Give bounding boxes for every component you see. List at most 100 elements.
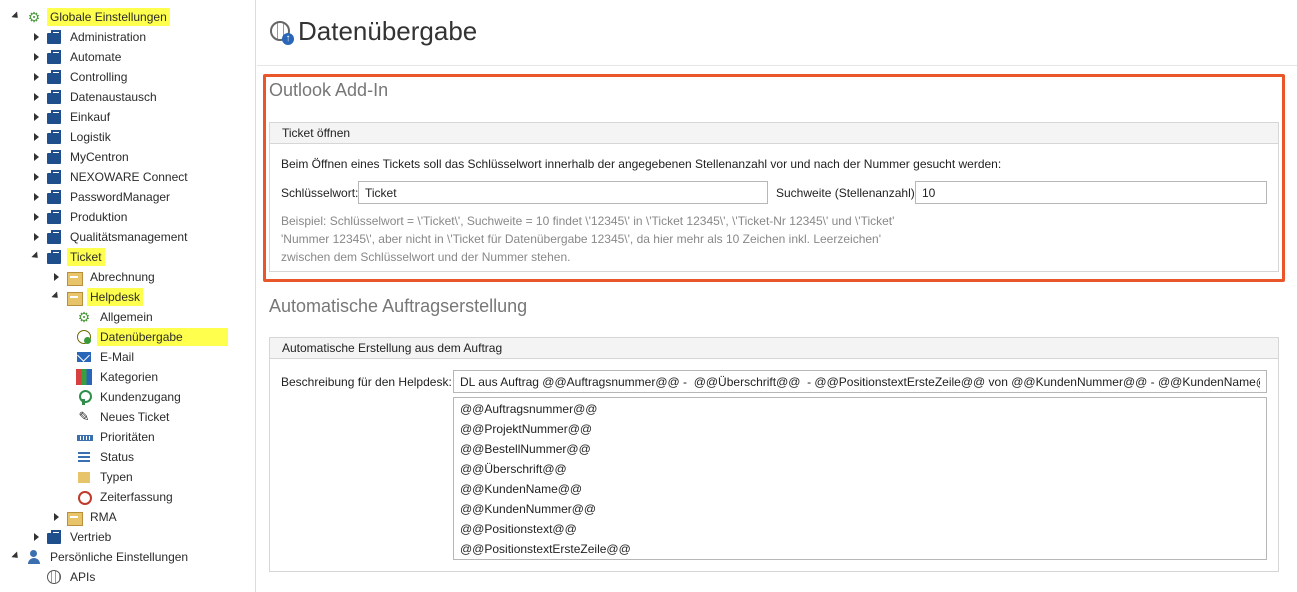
gears-icon: ⚙ [27,9,41,25]
tree-node-label: Abrechnung [90,270,155,284]
tree-node-global-settings[interactable]: ⚙ Globale Einstellungen [10,7,170,27]
expand-arrow-icon[interactable] [30,207,42,227]
expand-arrow-icon[interactable] [50,507,62,527]
list-item[interactable]: @@Auftragsnummer@@ [460,402,597,416]
tree-node-label: Produktion [70,210,128,224]
example-line: Beispiel: Schlüsselwort = \'Ticket\', Su… [281,214,895,228]
tree-node-personal-settings[interactable]: Persönliche Einstellungen [10,547,191,567]
list-item[interactable]: @@BestellNummer@@ [460,442,591,456]
example-line: zwischen dem Schlüsselwort und der Numme… [281,250,571,264]
keyword-input[interactable] [358,181,768,204]
tree-node-typen[interactable]: Typen [72,467,136,487]
briefcase-icon [46,129,62,145]
expand-arrow-icon[interactable] [30,147,42,167]
expand-arrow-icon[interactable] [50,267,62,287]
list-item[interactable]: @@ProjektNummer@@ [460,422,592,436]
description-text: Beim Öffnen eines Tickets soll das Schlü… [281,157,1002,171]
list-item[interactable]: @@KundenNummer@@ [460,502,596,516]
tree-node-ticket[interactable]: Ticket [30,247,105,267]
tree-node-nexoware-connect[interactable]: NEXOWARE Connect [30,167,191,187]
briefcase-icon [46,249,62,265]
tree-node-qualitaetsmanagement[interactable]: Qualitätsmanagement [30,227,190,247]
expand-arrow-icon[interactable] [50,287,62,307]
placeholder-list[interactable]: @@Auftragsnummer@@ @@ProjektNummer@@ @@B… [453,397,1267,560]
tree-node-apis[interactable]: APIs [30,567,98,587]
tree-node-vertrieb[interactable]: Vertrieb [30,527,114,547]
tree-node-einkauf[interactable]: Einkauf [30,107,113,127]
briefcase-icon [46,29,62,45]
search-range-input[interactable] [915,181,1267,204]
expand-arrow-icon[interactable] [30,47,42,67]
group-header: Ticket öffnen [270,123,1278,144]
tree-node-kategorien[interactable]: Kategorien [72,367,161,387]
tree-node-label: Zeiterfassung [100,490,173,504]
tree-node-helpdesk[interactable]: Helpdesk [50,287,144,307]
tree-node-allgemein[interactable]: ⚙ Allgemein [72,307,156,327]
list-item[interactable]: @@Überschrift@@ [460,462,567,476]
list-item[interactable]: @@PositionstextErsteZeile@@ [460,542,631,556]
tree-node-prioritaeten[interactable]: Prioritäten [72,427,158,447]
tree-node-neues-ticket[interactable]: ✎ Neues Ticket [72,407,172,427]
tree-node-logistik[interactable]: Logistik [30,127,114,147]
categories-icon [76,369,92,385]
briefcase-icon [46,149,62,165]
tree-node-label: Controlling [70,70,128,84]
page-title: Datenübergabe [298,16,478,46]
tree-node-datenuebergabe[interactable]: Datenübergabe [72,327,228,347]
globe-upload-icon: ↑ [270,21,294,45]
tree-node-administration[interactable]: Administration [30,27,149,47]
tree-node-label: Globale Einstellungen [47,8,170,26]
tree-node-controlling[interactable]: Controlling [30,67,130,87]
expand-arrow-icon[interactable] [30,167,42,187]
section-title-outlook: Outlook Add-In [269,80,389,100]
expand-arrow-icon[interactable] [30,227,42,247]
helpdesk-description-label: Beschreibung für den Helpdesk: [281,375,452,389]
type-icon [76,469,92,485]
keyword-label: Schlüsselwort: [281,186,359,200]
tree-node-label: Persönliche Einstellungen [50,550,189,564]
tree-node-abrechnung[interactable]: Abrechnung [50,267,158,287]
tree-node-status[interactable]: Status [72,447,137,467]
expand-arrow-icon[interactable] [10,7,22,27]
settings-tree: ⚙ Globale Einstellungen Administration A… [0,0,256,592]
expand-arrow-icon[interactable] [30,527,42,547]
section-title-auto: Automatische Auftragserstellung [269,296,528,316]
tree-node-label: Qualitätsmanagement [70,230,188,244]
expand-arrow-icon[interactable] [30,127,42,147]
expand-arrow-icon[interactable] [10,547,22,567]
list-item[interactable]: @@KundenName@@ [460,482,582,496]
tree-node-rma[interactable]: RMA [50,507,120,527]
tree-node-mycentron[interactable]: MyCentron [30,147,132,167]
stopwatch-icon [76,489,92,505]
tree-node-kundenzugang[interactable]: Kundenzugang [72,387,184,407]
tree-node-label: RMA [90,510,117,524]
tree-node-passwordmanager[interactable]: PasswordManager [30,187,173,207]
expand-arrow-icon[interactable] [30,87,42,107]
tree-node-automate[interactable]: Automate [30,47,124,67]
tree-node-email[interactable]: E-Mail [72,347,137,367]
tree-node-datenaustausch[interactable]: Datenaustausch [30,87,160,107]
briefcase-icon [46,189,62,205]
tree-node-zeiterfassung[interactable]: Zeiterfassung [72,487,176,507]
expand-arrow-icon[interactable] [30,187,42,207]
tree-node-label: PasswordManager [70,190,171,204]
expand-arrow-icon[interactable] [30,27,42,47]
briefcase-icon [46,229,62,245]
expand-arrow-icon[interactable] [30,247,42,267]
expand-arrow-icon[interactable] [30,67,42,87]
expand-arrow-icon[interactable] [30,107,42,127]
tree-node-label: Helpdesk [87,288,144,306]
tree-node-label: E-Mail [100,350,135,364]
briefcase-icon [46,109,62,125]
tree-node-label: Neues Ticket [100,410,170,424]
tree-node-label: Kundenzugang [100,390,181,404]
helpdesk-description-input[interactable] [453,370,1267,393]
briefcase-icon [46,49,62,65]
briefcase-icon [46,209,62,225]
list-item[interactable]: @@Positionstext@@ [460,522,577,536]
tree-node-label: Ticket [67,248,105,266]
tree-node-label: MyCentron [70,150,129,164]
tree-node-produktion[interactable]: Produktion [30,207,130,227]
example-line: 'Nummer 12345\', aber nicht in \'Ticket … [281,232,882,246]
example-text: Beispiel: Schlüsselwort = \'Ticket\', Su… [281,212,894,266]
